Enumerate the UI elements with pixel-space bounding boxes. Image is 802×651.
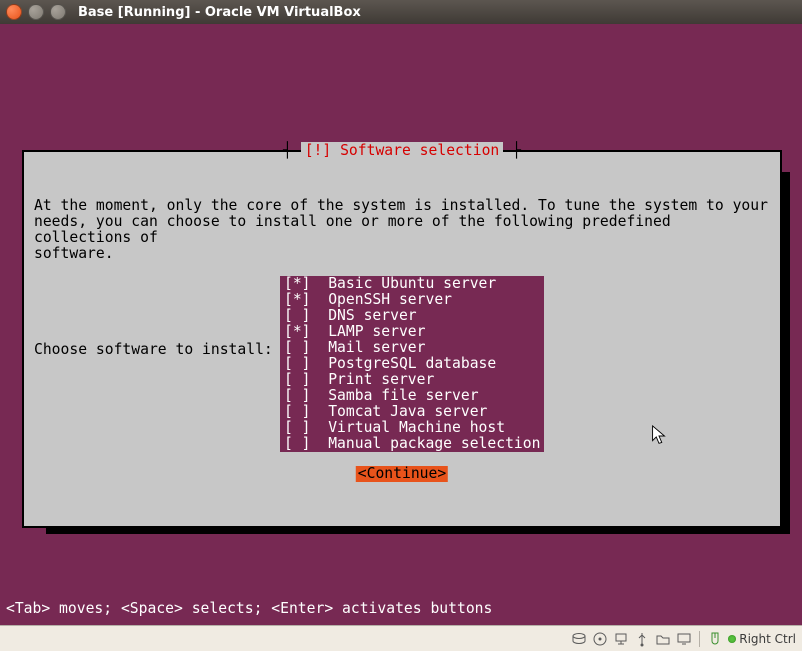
software-option[interactable]: [ ] DNS server xyxy=(280,308,544,324)
hostkey-led-icon xyxy=(728,635,736,643)
window-titlebar: Base [Running] - Oracle VM VirtualBox xyxy=(0,0,802,24)
hostkey-indicator[interactable]: Right Ctrl xyxy=(728,632,796,646)
software-option[interactable]: [ ] Manual package selection xyxy=(280,436,544,452)
window-maximize-button[interactable] xyxy=(50,4,66,20)
window-title: Base [Running] - Oracle VM VirtualBox xyxy=(78,5,361,20)
network-icon[interactable] xyxy=(613,631,629,647)
dialog-intro: At the moment, only the core of the syst… xyxy=(34,198,770,262)
software-option[interactable]: [*] LAMP server xyxy=(280,324,544,340)
display-icon[interactable] xyxy=(676,631,692,647)
software-option[interactable]: [ ] Virtual Machine host xyxy=(280,420,544,436)
window-close-button[interactable] xyxy=(6,4,22,20)
window-minimize-button[interactable] xyxy=(28,4,44,20)
key-hint: <Tab> moves; <Space> selects; <Enter> ac… xyxy=(6,601,492,617)
software-option[interactable]: [ ] Print server xyxy=(280,372,544,388)
hard-disk-icon[interactable] xyxy=(571,631,587,647)
software-option[interactable]: [*] OpenSSH server xyxy=(280,292,544,308)
vm-console[interactable]: ┤ [!] Software selection ├ At the moment… xyxy=(0,24,802,625)
vm-statusbar: Right Ctrl xyxy=(0,625,802,651)
mouse-integration-icon[interactable] xyxy=(707,631,723,647)
optical-disc-icon[interactable] xyxy=(592,631,608,647)
shared-folders-icon[interactable] xyxy=(655,631,671,647)
hostkey-label: Right Ctrl xyxy=(739,632,796,646)
software-option[interactable]: [ ] Tomcat Java server xyxy=(280,404,544,420)
software-option[interactable]: [ ] PostgreSQL database xyxy=(280,356,544,372)
dialog-title: [!] Software selection xyxy=(301,142,504,159)
software-list[interactable]: [*] Basic Ubuntu server [*] OpenSSH serv… xyxy=(280,276,544,452)
continue-button[interactable]: <Continue> xyxy=(356,466,448,482)
software-option[interactable]: [ ] Samba file server xyxy=(280,388,544,404)
software-selection-dialog: ┤ [!] Software selection ├ At the moment… xyxy=(22,150,782,528)
software-option[interactable]: [*] Basic Ubuntu server xyxy=(280,276,544,292)
software-option[interactable]: [ ] Mail server xyxy=(280,340,544,356)
usb-icon[interactable] xyxy=(634,631,650,647)
